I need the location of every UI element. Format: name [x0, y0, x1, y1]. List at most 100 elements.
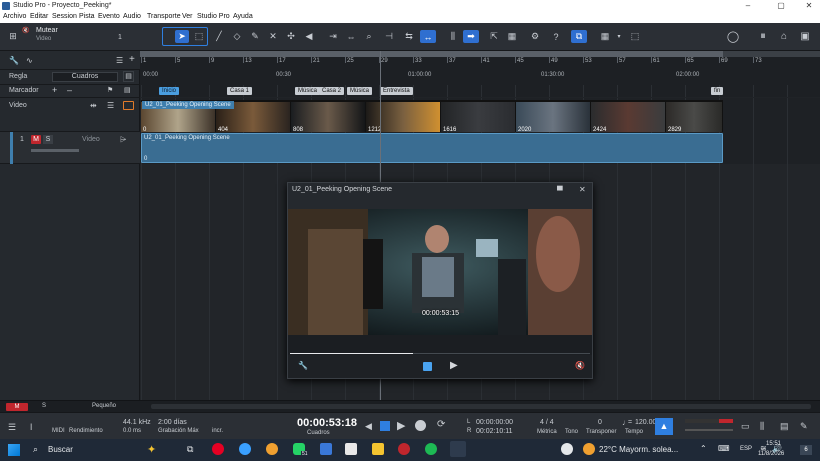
mixer-icon[interactable]: ⬚	[628, 30, 642, 43]
zoom-icon[interactable]: ⌕	[362, 30, 376, 43]
bottom-mute-button[interactable]: M	[6, 403, 28, 411]
studio-pro-taskbar-icon[interactable]	[450, 441, 466, 457]
track-1-lane[interactable]: U2_01_Peeking Opening Scene 0	[140, 132, 820, 164]
ruler-mode-select[interactable]: Cuadros	[52, 72, 118, 82]
folder-icon[interactable]	[372, 443, 384, 455]
chrome2-icon[interactable]	[561, 443, 573, 455]
panel-icon[interactable]: ▣	[798, 30, 812, 43]
rewind-button[interactable]: ◀	[365, 421, 372, 432]
transport-info-icon[interactable]: ǀ	[30, 422, 32, 432]
record-button[interactable]	[415, 420, 426, 431]
bend-tool-icon[interactable]: ✣	[284, 30, 298, 43]
video-list-icon[interactable]: ☰	[107, 101, 114, 110]
split-screen-icon[interactable]: ⇹	[90, 101, 97, 110]
tray-chevron-icon[interactable]: ⌃	[700, 444, 707, 453]
track-1-header[interactable]: 1 M S Video ⩥	[0, 132, 140, 164]
loop-range-active[interactable]	[140, 51, 723, 57]
marker-musica-1[interactable]: Música	[295, 87, 321, 95]
transpose-value[interactable]: 0	[598, 419, 602, 426]
browser-icon[interactable]	[239, 443, 251, 455]
main-timecode[interactable]: 00:00:53:18	[297, 417, 357, 429]
home-icon[interactable]: ⌂	[777, 30, 791, 43]
player-popout-icon[interactable]: ▀	[557, 186, 563, 195]
arrow-tool-icon[interactable]: ➤	[175, 30, 189, 43]
video-thumbnail-lane[interactable]: 0 404 808 1212 1616 2020 2424 2829 U2_01…	[140, 98, 820, 133]
maximize-button[interactable]: ▢	[771, 1, 791, 11]
close-button[interactable]: ✕	[799, 1, 819, 11]
player-stop-button[interactable]	[423, 362, 432, 371]
weather-text[interactable]: 22°C Mayorm. solea...	[599, 445, 678, 454]
app-red-icon[interactable]	[398, 443, 410, 455]
loop-button[interactable]: ⟳	[437, 419, 445, 430]
marker-fin[interactable]: fin	[711, 87, 724, 95]
task-view-icon[interactable]: ⧉	[187, 444, 193, 455]
video-view-icon[interactable]: ⧉	[571, 30, 587, 43]
search-icon[interactable]: ⌕	[33, 444, 38, 455]
menu-ver[interactable]: Ver	[182, 13, 193, 20]
track-size-label[interactable]: Pequeño	[92, 403, 116, 409]
taskbar-search[interactable]: Buscar	[48, 445, 73, 454]
track-1-event[interactable]: U2_01_Peeking Opening Scene 0	[141, 133, 723, 163]
player-settings-icon[interactable]: 🔧	[298, 361, 308, 370]
menu-pista[interactable]: Pista	[79, 13, 95, 20]
mixer-transport-icon[interactable]: ⫼	[760, 421, 764, 432]
fit-icon[interactable]: ⇔	[344, 30, 358, 43]
pinterest-icon[interactable]	[212, 443, 224, 455]
settings-icon[interactable]: ⚙	[528, 30, 542, 43]
wrench-icon[interactable]: 🔧	[9, 56, 19, 65]
split-tool-icon[interactable]: ╱	[212, 30, 226, 43]
follow-icon[interactable]: ⫼	[446, 30, 460, 43]
video-film-icon[interactable]	[123, 101, 134, 110]
track-waveform-icon[interactable]: ⩥	[120, 135, 126, 145]
menu-editar[interactable]: Editar	[30, 13, 48, 20]
remove-marker-icon[interactable]: –	[67, 85, 72, 95]
mute-count[interactable]: 1	[118, 34, 122, 41]
menu-session[interactable]: Session	[52, 13, 77, 20]
listen-tool-icon[interactable]: ◀	[302, 30, 316, 43]
user-icon[interactable]: ◯	[726, 30, 740, 43]
word-icon[interactable]	[320, 443, 332, 455]
marker-entrevista[interactable]: Entrevista	[380, 87, 413, 95]
add-marker-icon[interactable]: +	[52, 85, 57, 95]
clock-time[interactable]: 15:51	[766, 441, 781, 447]
time-unit[interactable]: Cuadros	[307, 430, 330, 436]
pause-circle-icon[interactable]: ⏸	[756, 30, 770, 43]
media-icon[interactable]	[345, 443, 357, 455]
transport-screen-icon[interactable]: ▭	[741, 421, 750, 432]
timeline-ruler[interactable]: 1 5 9 13 17 21 25 29 33 37 41 45 49 53 57 61 65 69 73 00:00…	[140, 51, 820, 85]
marker-list-icon[interactable]: ▤	[124, 86, 131, 94]
time-signature[interactable]: 4 / 4	[540, 419, 554, 426]
menu-transporte[interactable]: Transporte	[147, 13, 181, 20]
marker-casa-2[interactable]: Casa 2	[319, 87, 345, 95]
player-close-icon[interactable]: ✕	[579, 185, 586, 194]
video-clip[interactable]: 0 404 808 1212 1616 2020 2424 2829 U2_01…	[141, 100, 723, 133]
menu-studio-pro[interactable]: Studio Pro	[197, 13, 230, 20]
eraser-tool-icon[interactable]: ◇	[230, 30, 244, 43]
edit-transport-icon[interactable]: ✎	[800, 421, 808, 432]
menu-audio[interactable]: Audio	[123, 13, 141, 20]
copilot-icon[interactable]: ✦	[147, 443, 156, 456]
grid-icon[interactable]: ▦	[505, 30, 519, 43]
ruler-add-icon[interactable]: ▤	[123, 71, 134, 82]
right-locator[interactable]: 00:02:10:11	[476, 428, 512, 435]
automation-icon[interactable]: ∿	[26, 56, 33, 65]
inspector-icon[interactable]: ⊞	[6, 30, 20, 43]
tempo-value[interactable]: 120.00	[635, 419, 656, 426]
language-indicator[interactable]: ESP	[740, 446, 752, 452]
mute-tool-icon[interactable]: ✕	[266, 30, 280, 43]
browse-transport-icon[interactable]: ▤	[780, 421, 789, 432]
marker-lane[interactable]: Inicio Casa 1 Música Casa 2 Música Entre…	[140, 85, 820, 97]
crop-icon[interactable]: ⇱	[487, 30, 501, 43]
menu-ayuda[interactable]: Ayuda	[233, 13, 253, 20]
left-locator[interactable]: 00:00:00:00	[476, 419, 513, 426]
chevron-down-icon[interactable]: ▾	[612, 30, 626, 43]
play-button[interactable]: ▶	[397, 419, 405, 432]
shrink-icon[interactable]: ⇥	[326, 30, 340, 43]
mute-button[interactable]: M	[31, 135, 41, 144]
loop-icon[interactable]: ⇆	[402, 30, 416, 43]
notification-count[interactable]: 6	[800, 445, 812, 455]
chrome-icon[interactable]	[266, 443, 278, 455]
quantize-icon[interactable]: ➡	[463, 30, 479, 43]
menu-archivo[interactable]: Archivo	[3, 13, 26, 20]
stop-button[interactable]	[380, 421, 390, 431]
